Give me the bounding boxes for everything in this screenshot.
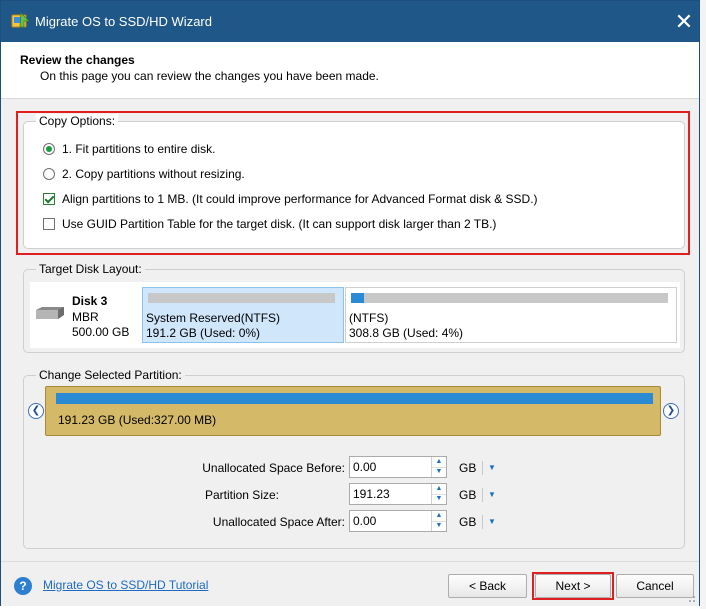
unit-label: GB (459, 488, 477, 502)
change-partition-legend: Change Selected Partition: (36, 368, 185, 382)
previous-partition-button[interactable]: ❮ (28, 403, 44, 419)
page-title: Review the changes (20, 53, 135, 67)
page-description: On this page you can review the changes … (40, 69, 379, 83)
target-disk-legend: Target Disk Layout: (36, 262, 145, 276)
partition-size-input[interactable] (350, 484, 436, 504)
help-icon[interactable]: ? (14, 577, 32, 595)
unallocated-before-spinner[interactable]: ▲ ▼ (349, 456, 447, 478)
unallocated-before-label: Unallocated Space Before: (202, 461, 345, 475)
fit-partitions-radio[interactable] (43, 143, 55, 155)
option-label: Align partitions to 1 MB. (It could impr… (62, 192, 538, 206)
tutorial-link[interactable]: Migrate OS to SSD/HD Tutorial (43, 578, 208, 592)
unit-label: GB (459, 461, 477, 475)
background-window-edge (700, 0, 706, 609)
partition-usage-fill (351, 293, 364, 303)
partition-info: 308.8 GB (Used: 4%) (349, 326, 464, 340)
window-title: Migrate OS to SSD/HD Wizard (35, 14, 212, 29)
option-label: 1. Fit partitions to entire disk. (62, 142, 216, 156)
partition-usage-bar (148, 293, 335, 303)
next-partition-button[interactable]: ❯ (663, 403, 679, 419)
spin-down-icon[interactable]: ▼ (432, 494, 446, 504)
partition-system-reserved[interactable]: System Reserved(NTFS) 191.2 GB (Used: 0%… (142, 287, 344, 343)
close-button[interactable]: ✕ (669, 7, 699, 37)
unit-label: GB (459, 515, 477, 529)
partition-ntfs[interactable]: (NTFS) 308.8 GB (Used: 4%) (345, 287, 677, 343)
chevron-right-icon: ❯ (666, 405, 676, 416)
unallocated-after-label: Unallocated Space After: (212, 515, 345, 529)
unit-dropdown-icon[interactable]: ▼ (482, 488, 496, 502)
spin-buttons: ▲ ▼ (431, 457, 446, 477)
use-gpt-checkbox[interactable] (43, 218, 55, 230)
unallocated-after-spinner[interactable]: ▲ ▼ (349, 510, 447, 532)
resize-grip-icon[interactable] (686, 593, 696, 603)
spin-down-icon[interactable]: ▼ (432, 467, 446, 477)
copy-options-legend: Copy Options: (36, 114, 119, 128)
spin-down-icon[interactable]: ▼ (432, 521, 446, 531)
disk-size: 500.00 GB (72, 325, 130, 339)
unit-dropdown-icon[interactable]: ▼ (482, 515, 496, 529)
option-align-partitions[interactable]: Align partitions to 1 MB. (It could impr… (43, 190, 538, 208)
hard-disk-icon (36, 307, 64, 319)
partition-resize-handle[interactable]: 191.23 GB (Used:327.00 MB) (45, 386, 661, 436)
chevron-left-icon: ❮ (31, 405, 41, 416)
partition-usage-bar (351, 293, 668, 303)
next-button[interactable]: Next > (535, 574, 611, 598)
close-icon: ✕ (674, 9, 694, 34)
unit-dropdown-icon[interactable]: ▼ (482, 461, 496, 475)
app-logo-icon (11, 12, 30, 28)
target-disk-layout-group: Target Disk Layout: Disk 3 MBR 500.00 GB… (23, 262, 685, 353)
cancel-button[interactable]: Cancel (616, 574, 694, 598)
option-use-gpt[interactable]: Use GUID Partition Table for the target … (43, 215, 496, 233)
align-partitions-checkbox[interactable] (43, 193, 55, 205)
partition-info: 191.2 GB (Used: 0%) (146, 326, 261, 340)
copy-options-group: Copy Options: 1. Fit partitions to entir… (23, 114, 685, 249)
option-copy-without-resizing[interactable]: 2. Copy partitions without resizing. (43, 165, 245, 183)
option-label: Use GUID Partition Table for the target … (62, 217, 497, 231)
option-label: 2. Copy partitions without resizing. (62, 167, 245, 181)
copy-without-resizing-radio[interactable] (43, 168, 55, 180)
partition-name: System Reserved(NTFS) (146, 311, 281, 325)
spin-buttons: ▲ ▼ (431, 484, 446, 504)
unallocated-after-input[interactable] (350, 511, 436, 531)
page-header: Review the changes On this page you can … (1, 42, 699, 99)
back-button[interactable]: < Back (448, 574, 527, 598)
partition-resize-bar[interactable] (56, 393, 653, 404)
title-bar: Migrate OS to SSD/HD Wizard ✕ (1, 1, 699, 42)
partition-size-label: 191.23 GB (Used:327.00 MB) (58, 413, 217, 427)
spin-buttons: ▲ ▼ (431, 511, 446, 531)
disk-name: Disk 3 (72, 294, 108, 308)
partition-size-field-label: Partition Size: (204, 488, 279, 502)
option-fit-partitions[interactable]: 1. Fit partitions to entire disk. (43, 140, 215, 158)
wizard-footer: ? Migrate OS to SSD/HD Tutorial < Back N… (1, 561, 699, 606)
disk-type: MBR (72, 310, 99, 324)
unallocated-before-input[interactable] (350, 457, 436, 477)
partition-name: (NTFS) (349, 311, 389, 325)
partition-size-spinner[interactable]: ▲ ▼ (349, 483, 447, 505)
disk-map[interactable]: Disk 3 MBR 500.00 GB System Reserved(NTF… (30, 282, 680, 348)
wizard-window: Migrate OS to SSD/HD Wizard ✕ Review the… (0, 0, 700, 606)
